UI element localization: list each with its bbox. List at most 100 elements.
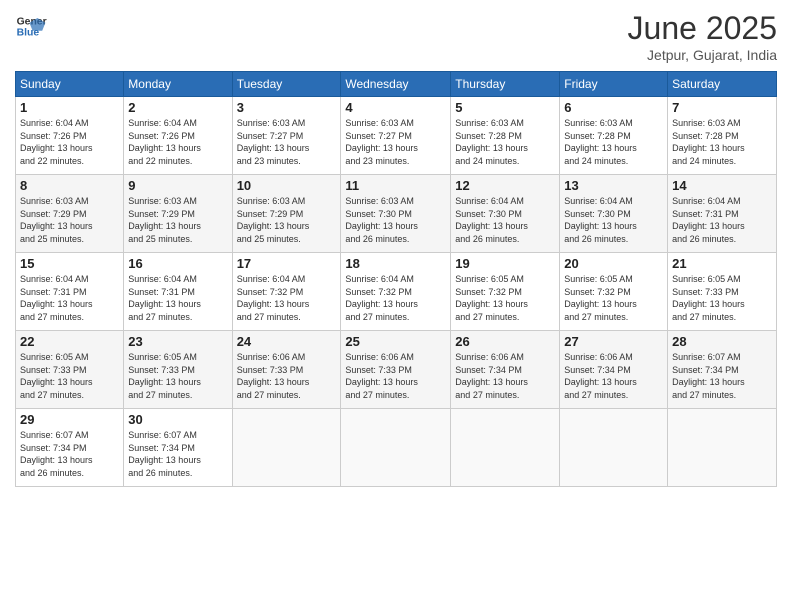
day-number: 16 [128,256,227,271]
day-number: 5 [455,100,555,115]
calendar-cell [341,409,451,487]
calendar-cell: 24 Sunrise: 6:06 AM Sunset: 7:33 PM Dayli… [232,331,341,409]
day-info: Sunrise: 6:03 AM Sunset: 7:29 PM Dayligh… [128,195,227,245]
day-info: Sunrise: 6:05 AM Sunset: 7:32 PM Dayligh… [455,273,555,323]
calendar-cell: 13 Sunrise: 6:04 AM Sunset: 7:30 PM Dayli… [560,175,668,253]
calendar-cell: 6 Sunrise: 6:03 AM Sunset: 7:28 PM Daylig… [560,97,668,175]
day-info: Sunrise: 6:03 AM Sunset: 7:27 PM Dayligh… [345,117,446,167]
calendar-cell: 1 Sunrise: 6:04 AM Sunset: 7:26 PM Daylig… [16,97,124,175]
day-number: 20 [564,256,663,271]
day-info: Sunrise: 6:04 AM Sunset: 7:31 PM Dayligh… [128,273,227,323]
day-number: 7 [672,100,772,115]
day-number: 19 [455,256,555,271]
day-info: Sunrise: 6:03 AM Sunset: 7:28 PM Dayligh… [564,117,663,167]
calendar-body: 1 Sunrise: 6:04 AM Sunset: 7:26 PM Daylig… [16,97,777,487]
month-title: June 2025 [628,10,777,47]
weekday-monday: Monday [124,72,232,97]
day-info: Sunrise: 6:06 AM Sunset: 7:34 PM Dayligh… [564,351,663,401]
weekday-friday: Friday [560,72,668,97]
day-info: Sunrise: 6:04 AM Sunset: 7:26 PM Dayligh… [128,117,227,167]
day-info: Sunrise: 6:04 AM Sunset: 7:32 PM Dayligh… [237,273,337,323]
calendar-week-2: 8 Sunrise: 6:03 AM Sunset: 7:29 PM Daylig… [16,175,777,253]
calendar-cell: 30 Sunrise: 6:07 AM Sunset: 7:34 PM Dayli… [124,409,232,487]
calendar-cell: 9Sunrise: 6:03 AM Sunset: 7:29 PM Daylig… [124,175,232,253]
day-number: 21 [672,256,772,271]
calendar-cell: 14Sunrise: 6:04 AM Sunset: 7:31 PM Dayli… [668,175,777,253]
calendar-week-5: 29 Sunrise: 6:07 AM Sunset: 7:34 PM Dayli… [16,409,777,487]
weekday-thursday: Thursday [451,72,560,97]
calendar-cell: 18 Sunrise: 6:04 AM Sunset: 7:32 PM Dayli… [341,253,451,331]
calendar-week-3: 15 Sunrise: 6:04 AM Sunset: 7:31 PM Dayli… [16,253,777,331]
calendar-cell: 16 Sunrise: 6:04 AM Sunset: 7:31 PM Dayli… [124,253,232,331]
day-number: 29 [20,412,119,427]
weekday-tuesday: Tuesday [232,72,341,97]
day-info: Sunrise: 6:03 AM Sunset: 7:30 PM Dayligh… [345,195,446,245]
day-number: 12 [455,178,555,193]
day-info: Sunrise: 6:06 AM Sunset: 7:33 PM Dayligh… [345,351,446,401]
day-number: 2 [128,100,227,115]
calendar-cell: 7 Sunrise: 6:03 AM Sunset: 7:28 PM Daylig… [668,97,777,175]
day-number: 10 [237,178,337,193]
day-number: 22 [20,334,119,349]
weekday-header-row: SundayMondayTuesdayWednesdayThursdayFrid… [16,72,777,97]
day-info: Sunrise: 6:04 AM Sunset: 7:30 PM Dayligh… [455,195,555,245]
calendar-cell [668,409,777,487]
title-block: June 2025 Jetpur, Gujarat, India [628,10,777,63]
day-info: Sunrise: 6:04 AM Sunset: 7:26 PM Dayligh… [20,117,119,167]
calendar-cell: 11 Sunrise: 6:03 AM Sunset: 7:30 PM Dayli… [341,175,451,253]
day-number: 28 [672,334,772,349]
day-number: 3 [237,100,337,115]
day-info: Sunrise: 6:07 AM Sunset: 7:34 PM Dayligh… [672,351,772,401]
logo-icon: General Blue [15,10,47,42]
day-info: Sunrise: 6:03 AM Sunset: 7:28 PM Dayligh… [455,117,555,167]
day-info: Sunrise: 6:03 AM Sunset: 7:27 PM Dayligh… [237,117,337,167]
calendar-cell: 27 Sunrise: 6:06 AM Sunset: 7:34 PM Dayli… [560,331,668,409]
calendar-cell: 2 Sunrise: 6:04 AM Sunset: 7:26 PM Daylig… [124,97,232,175]
calendar-cell: 29Sunrise: 6:07 AM Sunset: 7:34 PM Dayli… [16,409,124,487]
location: Jetpur, Gujarat, India [628,47,777,63]
day-number: 30 [128,412,227,427]
calendar-cell: 3 Sunrise: 6:03 AM Sunset: 7:27 PM Daylig… [232,97,341,175]
day-number: 11 [345,178,446,193]
day-number: 1 [20,100,119,115]
weekday-saturday: Saturday [668,72,777,97]
calendar-cell: 19 Sunrise: 6:05 AM Sunset: 7:32 PM Dayli… [451,253,560,331]
day-info: Sunrise: 6:03 AM Sunset: 7:28 PM Dayligh… [672,117,772,167]
day-info: Sunrise: 6:04 AM Sunset: 7:32 PM Dayligh… [345,273,446,323]
day-info: Sunrise: 6:04 AM Sunset: 7:30 PM Dayligh… [564,195,663,245]
calendar-cell: 12 Sunrise: 6:04 AM Sunset: 7:30 PM Dayli… [451,175,560,253]
day-number: 27 [564,334,663,349]
day-number: 6 [564,100,663,115]
calendar-cell [560,409,668,487]
day-number: 15 [20,256,119,271]
day-number: 4 [345,100,446,115]
day-number: 17 [237,256,337,271]
calendar-week-4: 22 Sunrise: 6:05 AM Sunset: 7:33 PM Dayli… [16,331,777,409]
calendar-cell: 26 Sunrise: 6:06 AM Sunset: 7:34 PM Dayli… [451,331,560,409]
day-number: 18 [345,256,446,271]
weekday-sunday: Sunday [16,72,124,97]
calendar-cell: 20Sunrise: 6:05 AM Sunset: 7:32 PM Dayli… [560,253,668,331]
calendar-cell [232,409,341,487]
day-info: Sunrise: 6:03 AM Sunset: 7:29 PM Dayligh… [20,195,119,245]
calendar-cell: 23 Sunrise: 6:05 AM Sunset: 7:33 PM Dayli… [124,331,232,409]
calendar-week-1: 1 Sunrise: 6:04 AM Sunset: 7:26 PM Daylig… [16,97,777,175]
day-number: 25 [345,334,446,349]
day-info: Sunrise: 6:04 AM Sunset: 7:31 PM Dayligh… [20,273,119,323]
day-number: 23 [128,334,227,349]
day-number: 26 [455,334,555,349]
day-info: Sunrise: 6:07 AM Sunset: 7:34 PM Dayligh… [128,429,227,479]
calendar-cell: 22 Sunrise: 6:05 AM Sunset: 7:33 PM Dayli… [16,331,124,409]
calendar-cell: 15 Sunrise: 6:04 AM Sunset: 7:31 PM Dayli… [16,253,124,331]
calendar-cell: 5 Sunrise: 6:03 AM Sunset: 7:28 PM Daylig… [451,97,560,175]
calendar-cell: 10Sunrise: 6:03 AM Sunset: 7:29 PM Dayli… [232,175,341,253]
day-number: 13 [564,178,663,193]
day-info: Sunrise: 6:05 AM Sunset: 7:33 PM Dayligh… [128,351,227,401]
day-info: Sunrise: 6:05 AM Sunset: 7:33 PM Dayligh… [20,351,119,401]
calendar-cell: 8 Sunrise: 6:03 AM Sunset: 7:29 PM Daylig… [16,175,124,253]
day-number: 24 [237,334,337,349]
calendar-cell [451,409,560,487]
day-info: Sunrise: 6:06 AM Sunset: 7:34 PM Dayligh… [455,351,555,401]
day-info: Sunrise: 6:06 AM Sunset: 7:33 PM Dayligh… [237,351,337,401]
day-number: 8 [20,178,119,193]
